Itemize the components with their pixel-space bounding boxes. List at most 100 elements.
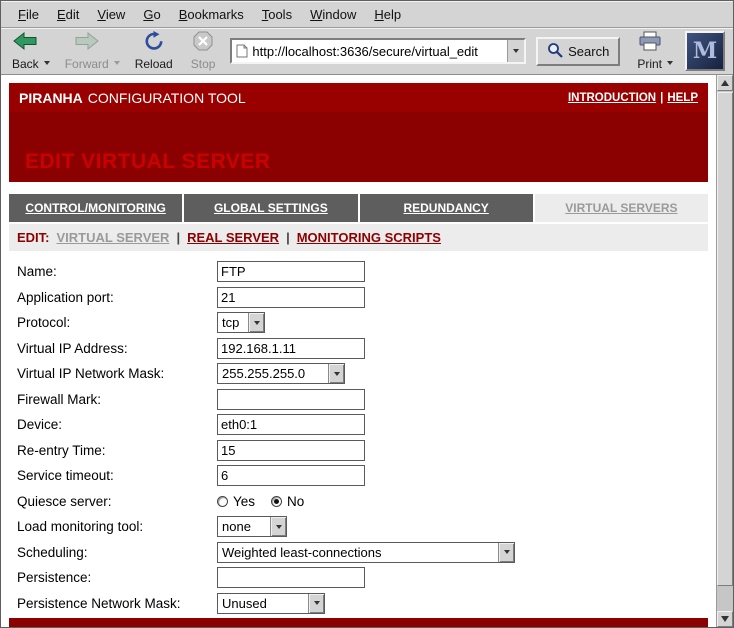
form-row-device: Device: <box>9 412 708 438</box>
select-dropdown-button[interactable] <box>328 364 344 383</box>
brand-strong: PIRANHA <box>19 90 83 106</box>
persistence-network-mask-select[interactable]: Unused <box>217 593 325 614</box>
radio-yes[interactable] <box>217 496 228 507</box>
scroll-up-button[interactable] <box>717 75 733 91</box>
url-input[interactable] <box>252 40 507 62</box>
scheduling-select[interactable]: Weighted least-connections <box>217 542 515 563</box>
persistence-input[interactable] <box>217 567 365 588</box>
tab-bar: CONTROL/MONITORINGGLOBAL SETTINGSREDUNDA… <box>9 194 708 222</box>
service-timeout-input[interactable] <box>217 465 365 486</box>
tab-global-settings[interactable]: GLOBAL SETTINGS <box>184 194 357 222</box>
menu-file[interactable]: File <box>9 3 48 26</box>
firewall-mark-input[interactable] <box>217 389 365 410</box>
form-row-protocol: Protocol:tcp <box>9 310 708 336</box>
select-value: none <box>218 517 270 536</box>
field-label: Virtual IP Address: <box>17 341 217 356</box>
arrow-up-icon <box>721 80 729 86</box>
scroll-down-button[interactable] <box>717 611 733 627</box>
radio-no[interactable] <box>271 496 282 507</box>
field-label: Re-entry Time: <box>17 443 217 458</box>
print-dropdown[interactable] <box>667 30 675 72</box>
select-dropdown-button[interactable] <box>248 313 264 332</box>
load-monitoring-tool-select[interactable]: none <box>217 516 287 537</box>
chevron-down-icon <box>314 601 320 605</box>
field-label: Scheduling: <box>17 545 217 560</box>
select-value: tcp <box>218 313 248 332</box>
re-entry-time-input[interactable] <box>217 440 365 461</box>
search-button[interactable]: Search <box>536 37 620 66</box>
chevron-down-icon <box>276 525 282 529</box>
form-row-service-timeout: Service timeout: <box>9 463 708 489</box>
forward-button[interactable]: Forward <box>60 30 114 72</box>
menu-tools[interactable]: Tools <box>253 3 301 26</box>
field-label: Device: <box>17 417 217 432</box>
forward-history-dropdown[interactable] <box>114 30 122 72</box>
tab-virtual-servers[interactable]: VIRTUAL SERVERS <box>535 194 708 222</box>
reload-button[interactable]: Reload <box>130 30 178 72</box>
virtual-ip-address-input[interactable] <box>217 338 365 359</box>
menu-bar: FileEditViewGoBookmarksToolsWindowHelp <box>1 1 733 28</box>
select-value: Weighted least-connections <box>218 543 498 562</box>
chevron-down-icon <box>114 61 120 65</box>
protocol-select[interactable]: tcp <box>217 312 265 333</box>
mozilla-throbber-icon[interactable]: M <box>685 31 725 71</box>
back-button-group: Back <box>7 30 52 72</box>
menu-go[interactable]: Go <box>134 3 169 26</box>
form-row-quiesce-server: Quiesce server: Yes No <box>9 489 708 515</box>
back-history-dropdown[interactable] <box>44 30 52 72</box>
field-label: Persistence Network Mask: <box>17 596 217 611</box>
form-row-scheduling: Scheduling:Weighted least-connections <box>9 540 708 566</box>
application-port-input[interactable] <box>217 287 365 308</box>
radio-label: Yes <box>233 494 255 509</box>
subnav-prefix: EDIT: <box>17 230 50 245</box>
tab-control-monitoring[interactable]: CONTROL/MONITORING <box>9 194 182 222</box>
select-dropdown-button[interactable] <box>270 517 286 536</box>
field-label: Firewall Mark: <box>17 392 217 407</box>
tab-redundancy[interactable]: REDUNDANCY <box>360 194 533 222</box>
print-button[interactable]: Print <box>632 30 667 72</box>
help-link[interactable]: HELP <box>667 92 698 104</box>
url-history-dropdown[interactable] <box>507 40 524 62</box>
browser-content: PIRANHACONFIGURATION TOOL INTRODUCTION | H… <box>1 75 733 627</box>
select-dropdown-button[interactable] <box>308 594 324 613</box>
menu-edit[interactable]: Edit <box>48 3 88 26</box>
menu-bookmarks[interactable]: Bookmarks <box>170 3 253 26</box>
form-row-virtual-ip-network-mask: Virtual IP Network Mask:255.255.255.0 <box>9 361 708 387</box>
reload-label: Reload <box>135 57 173 71</box>
radio-label: No <box>287 494 304 509</box>
menu-window[interactable]: Window <box>301 3 365 26</box>
field-label: Quiesce server: <box>17 494 217 509</box>
subnav-link-virtual-server[interactable]: VIRTUAL SERVER <box>57 230 170 245</box>
forward-label: Forward <box>65 57 109 71</box>
search-label: Search <box>568 44 609 59</box>
form-row-firewall-mark: Firewall Mark: <box>9 387 708 413</box>
chevron-down-icon <box>504 550 510 554</box>
subnav-separator: | <box>286 230 290 245</box>
select-value: 255.255.255.0 <box>218 364 328 383</box>
select-dropdown-button[interactable] <box>498 543 514 562</box>
back-button[interactable]: Back <box>7 30 44 72</box>
menu-view[interactable]: View <box>88 3 134 26</box>
form-row-persistence: Persistence: <box>9 565 708 591</box>
printer-icon <box>638 31 662 56</box>
page-title: EDIT VIRTUAL SERVER <box>25 150 271 174</box>
name-input[interactable] <box>217 261 365 282</box>
subnav-link-monitoring-scripts[interactable]: MONITORING SCRIPTS <box>297 230 441 245</box>
subnav-links: VIRTUAL SERVER | REAL SERVER | MONITORING SC… <box>57 230 441 245</box>
scrollbar-thumb[interactable] <box>717 92 733 586</box>
device-input[interactable] <box>217 414 365 435</box>
field-label: Persistence: <box>17 570 217 585</box>
field-label: Virtual IP Network Mask: <box>17 366 217 381</box>
introduction-link[interactable]: INTRODUCTION <box>568 92 656 104</box>
back-label: Back <box>12 57 39 71</box>
subnav-link-real-server[interactable]: REAL SERVER <box>187 230 279 245</box>
stop-button[interactable]: Stop <box>186 30 221 72</box>
print-button-group: Print <box>632 30 675 72</box>
virtual-ip-network-mask-select[interactable]: 255.255.255.0 <box>217 363 345 384</box>
menu-help[interactable]: Help <box>365 3 410 26</box>
vertical-scrollbar[interactable] <box>716 75 733 627</box>
subnav-separator: | <box>176 230 180 245</box>
app-brand: PIRANHACONFIGURATION TOOL <box>19 90 246 106</box>
form-row-name: Name: <box>9 259 708 285</box>
form-row-load-monitoring-tool: Load monitoring tool:none <box>9 514 708 540</box>
